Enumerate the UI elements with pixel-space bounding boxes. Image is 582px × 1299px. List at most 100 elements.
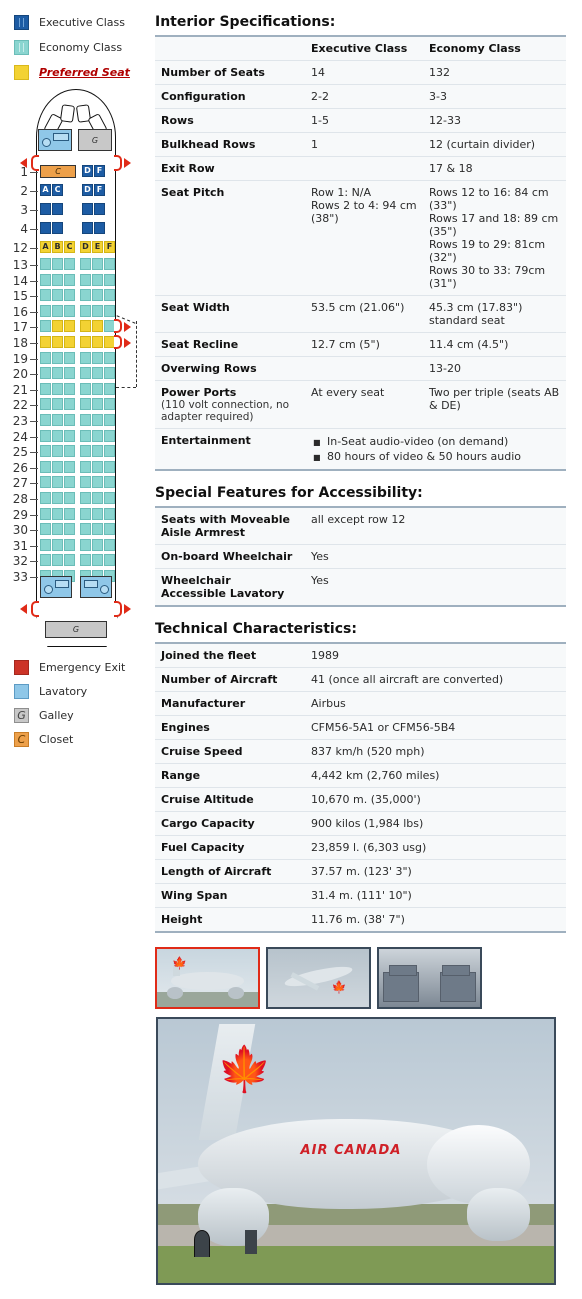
seat-15D[interactable]	[80, 289, 91, 302]
seat-23F[interactable]	[104, 414, 115, 426]
seat-15B[interactable]	[52, 289, 63, 302]
seat-23C[interactable]	[64, 414, 75, 426]
seat-3D[interactable]	[82, 203, 93, 215]
seat-14B[interactable]	[52, 273, 63, 286]
seat-15F[interactable]	[104, 289, 115, 302]
seat-29E[interactable]	[92, 507, 103, 520]
seat-32A[interactable]	[40, 554, 51, 567]
seat-21C[interactable]	[64, 382, 75, 395]
seat-17B[interactable]	[52, 320, 63, 333]
seat-27E[interactable]	[92, 476, 103, 489]
seat-13D[interactable]	[80, 258, 91, 270]
seat-28A[interactable]	[40, 492, 51, 504]
seat-13E[interactable]	[92, 258, 103, 270]
seat-1F[interactable]: F	[94, 165, 105, 177]
seat-21A[interactable]	[40, 382, 51, 395]
seat-27C[interactable]	[64, 476, 75, 489]
seat-19A[interactable]	[40, 351, 51, 364]
seat-31C[interactable]	[64, 538, 75, 551]
seat-27A[interactable]	[40, 476, 51, 489]
seat-24A[interactable]	[40, 429, 51, 442]
seat-26A[interactable]	[40, 460, 51, 473]
seat-31F[interactable]	[104, 538, 115, 551]
seat-18E[interactable]	[92, 336, 103, 348]
seat-1D[interactable]: D	[82, 165, 93, 177]
seat-20B[interactable]	[52, 367, 63, 380]
seat-23D[interactable]	[80, 414, 91, 426]
seat-31B[interactable]	[52, 538, 63, 551]
seat-25C[interactable]	[64, 445, 75, 458]
seat-26B[interactable]	[52, 460, 63, 473]
seat-28D[interactable]	[80, 492, 91, 504]
seat-12D[interactable]: D	[80, 241, 91, 253]
seat-12E[interactable]: E	[92, 241, 103, 253]
seat-28F[interactable]	[104, 492, 115, 504]
seat-18D[interactable]	[80, 336, 91, 348]
seat-30E[interactable]	[92, 523, 103, 536]
seat-4F[interactable]	[94, 222, 105, 234]
seat-12A[interactable]: A	[40, 241, 51, 253]
seat-2D[interactable]: D	[82, 184, 93, 196]
seat-16F[interactable]	[104, 304, 115, 317]
seat-15E[interactable]	[92, 289, 103, 302]
seat-24D[interactable]	[80, 429, 91, 442]
seat-27F[interactable]	[104, 476, 115, 489]
seat-25F[interactable]	[104, 445, 115, 458]
seat-18C[interactable]	[64, 336, 75, 348]
seat-22D[interactable]	[80, 398, 91, 411]
seat-29B[interactable]	[52, 507, 63, 520]
seat-18A[interactable]	[40, 336, 51, 348]
seat-22F[interactable]	[104, 398, 115, 411]
seat-22B[interactable]	[52, 398, 63, 411]
seat-31E[interactable]	[92, 538, 103, 551]
seat-24B[interactable]	[52, 429, 63, 442]
seat-3A[interactable]	[40, 203, 51, 215]
seat-14E[interactable]	[92, 273, 103, 286]
seat-21B[interactable]	[52, 382, 63, 395]
seat-25D[interactable]	[80, 445, 91, 458]
legend-link-preferred-seat[interactable]: Preferred Seat	[39, 66, 130, 79]
seat-17E[interactable]	[92, 320, 103, 333]
seat-17A[interactable]	[40, 320, 51, 333]
seat-27B[interactable]	[52, 476, 63, 489]
seat-14A[interactable]	[40, 273, 51, 286]
seat-21F[interactable]	[104, 382, 115, 395]
seat-19D[interactable]	[80, 351, 91, 364]
seat-32D[interactable]	[80, 554, 91, 567]
seat-2C[interactable]: C	[52, 184, 63, 196]
legend-item-preferred[interactable]: Preferred Seat	[14, 60, 155, 85]
seat-30D[interactable]	[80, 523, 91, 536]
seat-20A[interactable]	[40, 367, 51, 380]
seat-14F[interactable]	[104, 273, 115, 286]
seat-23B[interactable]	[52, 414, 63, 426]
main-aircraft-photo[interactable]: 🍁 AIR CANADA	[156, 1017, 556, 1285]
seat-26E[interactable]	[92, 460, 103, 473]
seat-30B[interactable]	[52, 523, 63, 536]
seat-29F[interactable]	[104, 507, 115, 520]
seat-20C[interactable]	[64, 367, 75, 380]
seat-4A[interactable]	[40, 222, 51, 234]
seat-19C[interactable]	[64, 351, 75, 364]
seat-15A[interactable]	[40, 289, 51, 302]
seat-22E[interactable]	[92, 398, 103, 411]
seat-15C[interactable]	[64, 289, 75, 302]
seat-32F[interactable]	[104, 554, 115, 567]
thumbnail-exterior-takeoff[interactable]: 🍁	[266, 947, 371, 1009]
seat-26D[interactable]	[80, 460, 91, 473]
seat-31A[interactable]	[40, 538, 51, 551]
seat-30A[interactable]	[40, 523, 51, 536]
seat-12B[interactable]: B	[52, 241, 63, 253]
seat-20E[interactable]	[92, 367, 103, 380]
thumbnail-interior-cabin[interactable]	[377, 947, 482, 1009]
seat-4D[interactable]	[82, 222, 93, 234]
seat-26F[interactable]	[104, 460, 115, 473]
seat-32C[interactable]	[64, 554, 75, 567]
seat-24F[interactable]	[104, 429, 115, 442]
seat-19B[interactable]	[52, 351, 63, 364]
seat-16B[interactable]	[52, 304, 63, 317]
seat-24E[interactable]	[92, 429, 103, 442]
seat-23E[interactable]	[92, 414, 103, 426]
seat-18B[interactable]	[52, 336, 63, 348]
seat-20D[interactable]	[80, 367, 91, 380]
seat-29A[interactable]	[40, 507, 51, 520]
